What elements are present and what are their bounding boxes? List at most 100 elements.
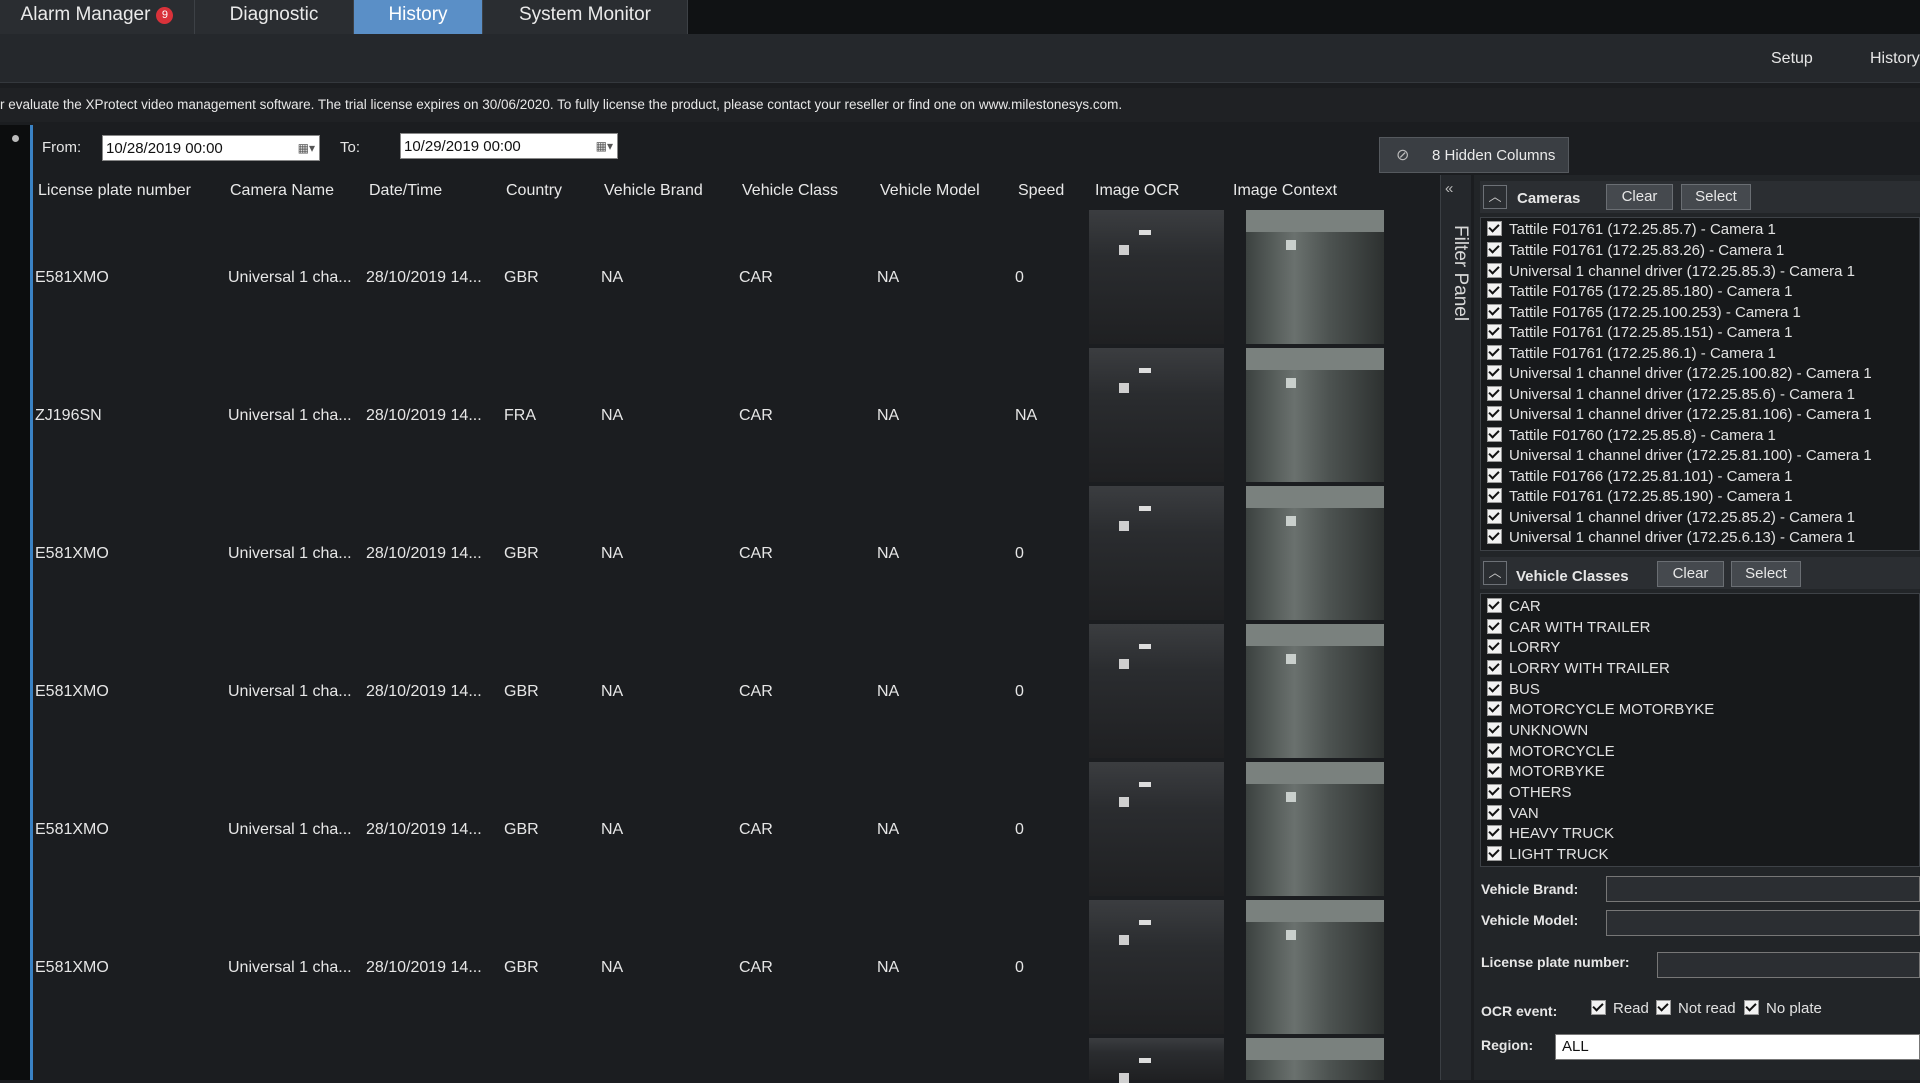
ocr-image-thumbnail[interactable] [1089, 1038, 1224, 1083]
checkbox-checked[interactable] [1487, 345, 1502, 360]
vehicle-classes-select-button[interactable]: Select [1731, 561, 1801, 587]
context-image-thumbnail[interactable] [1246, 210, 1384, 344]
tab-diagnostic[interactable]: Diagnostic [195, 0, 354, 34]
camera-list-item[interactable]: Universal 1 channel driver (172.25.81.10… [1487, 446, 1872, 466]
calendar-dropdown-icon[interactable]: ▦▾ [591, 139, 613, 154]
cameras-select-button[interactable]: Select [1681, 184, 1751, 210]
checkbox-checked[interactable] [1487, 283, 1502, 298]
column-header-image-context[interactable]: Image Context [1233, 182, 1337, 200]
camera-list-item[interactable]: Tattile F01766 (172.25.81.101) - Camera … [1487, 467, 1793, 487]
vehicle-class-item[interactable]: LORRY WITH TRAILER [1487, 659, 1670, 679]
checkbox-checked[interactable] [1487, 784, 1502, 799]
checkbox-checked[interactable] [1487, 598, 1502, 613]
checkbox-checked[interactable] [1487, 660, 1502, 675]
chevron-up-icon[interactable]: ︿ [1483, 561, 1507, 585]
column-header-image-ocr[interactable]: Image OCR [1095, 182, 1179, 200]
vehicle-class-item[interactable]: LORRY [1487, 638, 1560, 658]
camera-list-item[interactable]: Universal 1 channel driver (172.25.85.6)… [1487, 385, 1855, 405]
chevron-up-icon[interactable]: ︿ [1483, 185, 1507, 209]
checkbox-checked[interactable] [1487, 488, 1502, 503]
checkbox-checked[interactable] [1487, 221, 1502, 236]
checkbox-checked[interactable] [1487, 681, 1502, 696]
camera-list-item[interactable]: Tattile F01760 (172.25.85.8) - Camera 1 [1487, 426, 1776, 446]
calendar-dropdown-icon[interactable]: ▦▾ [293, 141, 315, 156]
camera-list-item[interactable]: Tattile F01765 (172.25.100.253) - Camera… [1487, 303, 1801, 323]
checkbox-checked[interactable] [1487, 427, 1502, 442]
vehicle-class-item[interactable]: VAN [1487, 804, 1539, 824]
checkbox-checked[interactable] [1487, 529, 1502, 544]
checkbox-checked[interactable] [1487, 447, 1502, 462]
camera-list-item[interactable]: Tattile F01761 (172.25.85.7) - Camera 1 [1487, 220, 1776, 240]
ocr-not-read-option[interactable]: Not read [1656, 999, 1736, 1019]
checkbox-checked[interactable] [1487, 263, 1502, 278]
ocr-image-thumbnail[interactable] [1089, 486, 1224, 620]
ocr-read-option[interactable]: Read [1591, 999, 1649, 1019]
vehicle-class-item[interactable]: UNKNOWN [1487, 721, 1588, 741]
checkbox-checked[interactable] [1487, 701, 1502, 716]
from-date-input[interactable]: 10/28/2019 00:00 ▦▾ [102, 135, 320, 161]
vehicle-class-item[interactable]: CAR WITH TRAILER [1487, 618, 1650, 638]
vehicle-class-item[interactable]: LIGHT TRUCK [1487, 845, 1608, 865]
ocr-image-thumbnail[interactable] [1089, 210, 1224, 344]
camera-list-item[interactable]: Universal 1 channel driver (172.25.100.8… [1487, 364, 1872, 384]
vehicle-class-item[interactable]: HEAVY TRUCK [1487, 824, 1614, 844]
vehicle-class-item[interactable]: MOTORCYCLE MOTORBYKE [1487, 700, 1714, 720]
vehicle-class-item[interactable]: MOTORBYKE [1487, 762, 1605, 782]
checkbox-checked[interactable] [1591, 1000, 1606, 1015]
checkbox-checked[interactable] [1487, 846, 1502, 861]
ocr-image-thumbnail[interactable] [1089, 900, 1224, 1034]
to-date-input[interactable]: 10/29/2019 00:00 ▦▾ [400, 133, 618, 159]
column-header-speed[interactable]: Speed [1018, 182, 1064, 200]
column-header-brand[interactable]: Vehicle Brand [604, 182, 703, 200]
tab-system-monitor[interactable]: System Monitor [483, 0, 688, 34]
camera-list-item[interactable]: Tattile F01761 (172.25.86.1) - Camera 1 [1487, 344, 1776, 364]
checkbox-checked[interactable] [1487, 743, 1502, 758]
history-link[interactable]: History [1870, 50, 1920, 68]
checkbox-checked[interactable] [1487, 639, 1502, 654]
camera-list-item[interactable]: Tattile F01761 (172.25.85.151) - Camera … [1487, 323, 1793, 343]
cameras-list[interactable]: Tattile F01761 (172.25.85.7) - Camera 1 … [1480, 217, 1920, 551]
camera-list-item[interactable]: Tattile F01761 (172.25.85.190) - Camera … [1487, 487, 1793, 507]
checkbox-checked[interactable] [1487, 304, 1502, 319]
checkbox-checked[interactable] [1487, 509, 1502, 524]
ocr-no-plate-option[interactable]: No plate [1744, 999, 1822, 1019]
checkbox-checked[interactable] [1744, 1000, 1759, 1015]
column-header-model[interactable]: Vehicle Model [880, 182, 980, 200]
context-image-thumbnail[interactable] [1246, 486, 1384, 620]
vehicle-class-item[interactable]: MOTORCYCLE [1487, 742, 1615, 762]
camera-list-item[interactable]: Universal 1 channel driver (172.25.85.2)… [1487, 508, 1855, 528]
cameras-clear-button[interactable]: Clear [1606, 184, 1673, 210]
checkbox-checked[interactable] [1487, 406, 1502, 421]
camera-list-item[interactable]: Tattile F01761 (172.25.83.26) - Camera 1 [1487, 241, 1784, 261]
context-image-thumbnail[interactable] [1246, 900, 1384, 1034]
pin-icon[interactable] [12, 135, 19, 142]
ocr-image-thumbnail[interactable] [1089, 762, 1224, 896]
camera-list-item[interactable]: Universal 1 channel driver (172.25.85.3)… [1487, 262, 1855, 282]
context-image-thumbnail[interactable] [1246, 762, 1384, 896]
column-header-camera[interactable]: Camera Name [230, 182, 334, 200]
checkbox-checked[interactable] [1487, 619, 1502, 634]
setup-link[interactable]: Setup [1771, 50, 1813, 68]
checkbox-checked[interactable] [1487, 825, 1502, 840]
checkbox-checked[interactable] [1656, 1000, 1671, 1015]
column-header-country[interactable]: Country [506, 182, 562, 200]
context-image-thumbnail[interactable] [1246, 1038, 1384, 1080]
vehicle-class-item[interactable]: CAR [1487, 597, 1541, 617]
double-chevron-left-icon[interactable]: « [1445, 180, 1465, 198]
ocr-image-thumbnail[interactable] [1089, 348, 1224, 482]
checkbox-checked[interactable] [1487, 763, 1502, 778]
tab-alarm-manager[interactable]: Alarm Manager 9 [0, 0, 195, 34]
checkbox-checked[interactable] [1487, 805, 1502, 820]
context-image-thumbnail[interactable] [1246, 624, 1384, 758]
camera-list-item[interactable]: Universal 1 channel driver (172.25.81.10… [1487, 405, 1872, 425]
checkbox-checked[interactable] [1487, 468, 1502, 483]
hidden-columns-button[interactable]: ⊘ 8 Hidden Columns [1379, 137, 1569, 173]
checkbox-checked[interactable] [1487, 365, 1502, 380]
filter-panel-label[interactable]: Filter Panel [1441, 225, 1471, 345]
vehicle-class-item[interactable]: BUS [1487, 680, 1540, 700]
tab-history[interactable]: History [354, 0, 483, 34]
checkbox-checked[interactable] [1487, 386, 1502, 401]
column-header-class[interactable]: Vehicle Class [742, 182, 838, 200]
checkbox-checked[interactable] [1487, 242, 1502, 257]
ocr-image-thumbnail[interactable] [1089, 624, 1224, 758]
